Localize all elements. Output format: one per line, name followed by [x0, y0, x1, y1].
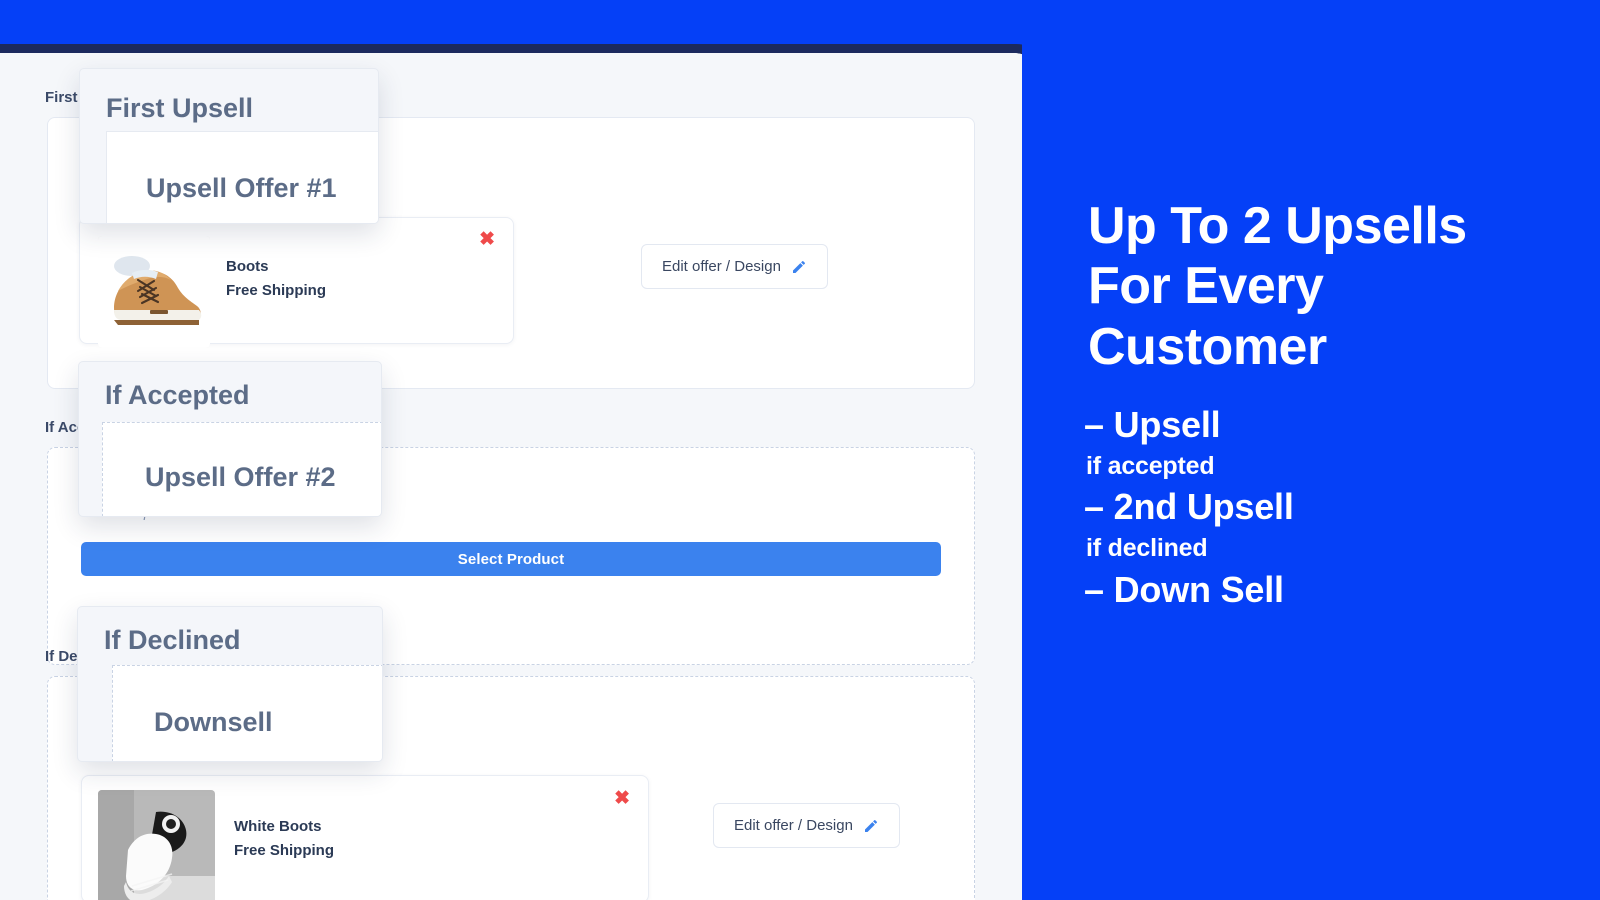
callout-if-declined: If Declined Downsell — [77, 606, 383, 762]
promo-item-1: if accepted — [1086, 452, 1215, 481]
callout-sub-upsell-offer-2: Upsell Offer #2 — [145, 462, 336, 492]
edit-offer-label-1: Edit offer / Design — [662, 258, 781, 275]
promo-item-0: – Upsell — [1084, 404, 1221, 445]
callout-first-upsell: First Upsell Upsell Offer #1 — [79, 68, 379, 224]
product-shipping-white-boots: Free Shipping — [234, 842, 335, 859]
edit-offer-button-1[interactable]: Edit offer / Design — [641, 244, 828, 289]
promo-headline: Up To 2 Upsells For Every Customer — [1088, 197, 1467, 376]
product-image-white-boots — [98, 790, 215, 900]
screenshot-root: your First Upsell Upsell Offer #1 Choose… — [0, 0, 1600, 900]
promo-item-4: – Down Sell — [1084, 568, 1284, 610]
callout-head-if-accepted: If Accepted — [105, 380, 250, 410]
product-image-boots — [98, 236, 210, 348]
promo-list: – Upsell if accepted – 2nd Upsell if declin… — [1084, 402, 1564, 613]
promo-item-2: – 2nd Upsell — [1084, 486, 1294, 528]
callout-sub-downsell: Downsell — [154, 707, 273, 737]
promo-item-3: if declined — [1086, 534, 1208, 563]
product-name-white-boots: White Boots — [234, 818, 322, 835]
product-card-white-boots[interactable]: White Boots Free Shipping ✖ — [81, 775, 649, 900]
callout-if-accepted: If Accepted Upsell Offer #2 — [78, 361, 382, 517]
edit-offer-button-2[interactable]: Edit offer / Design — [713, 803, 900, 848]
product-name-boots: Boots — [226, 258, 269, 275]
product-shipping-boots: Free Shipping — [226, 282, 327, 299]
promo-panel: Up To 2 Upsells For Every Customer – Ups… — [1022, 0, 1600, 900]
edit-offer-label-2: Edit offer / Design — [734, 817, 853, 834]
callout-head-if-declined: If Declined — [104, 625, 241, 655]
pencil-icon-2 — [864, 819, 877, 832]
product-card-boots[interactable]: Boots Free Shipping ✖ — [79, 217, 514, 348]
callout-sub-upsell-offer-1: Upsell Offer #1 — [146, 173, 337, 203]
select-product-button[interactable]: Select Product — [81, 542, 941, 576]
remove-product-icon[interactable]: ✖ — [479, 230, 495, 249]
remove-product-icon-2[interactable]: ✖ — [614, 789, 630, 808]
callout-head-first-upsell: First Upsell — [106, 93, 254, 123]
pencil-icon — [792, 260, 805, 273]
